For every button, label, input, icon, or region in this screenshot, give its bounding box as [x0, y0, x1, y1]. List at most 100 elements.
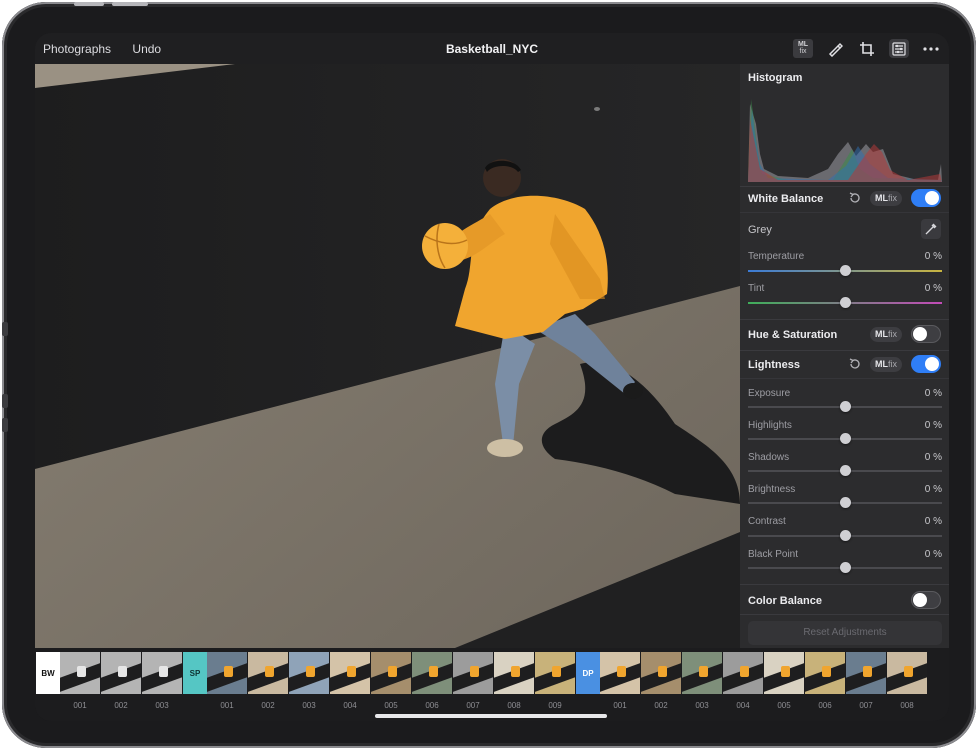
adjustments-panel: Histogram White Balance MLfix Grey Tempe…: [740, 64, 949, 648]
color-balance-title: Color Balance: [748, 595, 822, 607]
filter-number: 003: [155, 701, 169, 710]
top-button: [74, 2, 104, 6]
thumbnail-figure: [617, 666, 626, 677]
filter-thumbnail[interactable]: [805, 652, 845, 694]
toggle-knob: [913, 593, 927, 607]
temperature-slider-knob[interactable]: [839, 265, 851, 276]
grey-label: Grey: [748, 224, 772, 236]
ml-badge-top: ML: [797, 41, 809, 48]
contrast-label: Contrast: [748, 516, 786, 527]
temperature-value: 0 %: [924, 251, 942, 262]
reset-icon[interactable]: [848, 357, 862, 371]
filter-thumbnail[interactable]: [641, 652, 681, 694]
lightness-mlfix-button[interactable]: MLfix: [870, 357, 902, 372]
shadows-value: 0 %: [924, 452, 942, 463]
thumbnail-figure: [863, 666, 872, 677]
color-balance-toggle[interactable]: [911, 591, 941, 609]
filter-thumbnail[interactable]: [330, 652, 370, 694]
brightness-label: Brightness: [748, 484, 796, 495]
thumbnail-figure: [159, 666, 168, 677]
filter-thumbnail[interactable]: [600, 652, 640, 694]
thumbnail-figure: [429, 666, 438, 677]
contrast-slider-knob[interactable]: [839, 530, 851, 541]
filter-thumbnail[interactable]: [101, 652, 141, 694]
filter-thumbnail[interactable]: [723, 652, 763, 694]
reset-icon[interactable]: [848, 191, 862, 205]
more-icon[interactable]: [921, 39, 941, 58]
hue-saturation-toggle[interactable]: [911, 325, 941, 343]
temperature-label: Temperature: [748, 251, 805, 262]
lightness-toggle[interactable]: [911, 355, 941, 373]
eyedropper-icon[interactable]: [921, 219, 941, 239]
adjustments-icon[interactable]: [889, 39, 909, 58]
brightness-value: 0 %: [924, 484, 942, 495]
white-balance-title: White Balance: [748, 193, 824, 205]
tint-slider-knob[interactable]: [839, 297, 851, 308]
exposure-value: 0 %: [924, 388, 942, 399]
ipad-frame: Photographs Undo Basketball_NYC ML fix H…: [2, 2, 976, 748]
filter-number: 001: [613, 701, 627, 710]
filter-number: 008: [507, 701, 521, 710]
hue-saturation-mlfix-button[interactable]: MLfix: [870, 327, 902, 342]
filter-thumbnail[interactable]: [764, 652, 804, 694]
highlights-label: Highlights: [748, 420, 792, 431]
exposure-label: Exposure: [748, 388, 791, 399]
filter-thumbnail[interactable]: [535, 652, 575, 694]
filter-number: 004: [343, 701, 357, 710]
filter-number: 005: [777, 701, 791, 710]
shadows-slider-knob[interactable]: [839, 465, 851, 476]
filter-number: 003: [695, 701, 709, 710]
divider: [740, 319, 949, 320]
divider: [740, 212, 949, 213]
divider: [740, 378, 949, 379]
white-balance-toggle[interactable]: [911, 189, 941, 207]
tint-label: Tint: [748, 283, 765, 294]
filter-number: 003: [302, 701, 316, 710]
lightness-title: Lightness: [748, 359, 800, 371]
filter-group-tag[interactable]: DP: [576, 652, 600, 694]
filter-number: 005: [384, 701, 398, 710]
shadows-label: Shadows: [748, 452, 790, 463]
photo-canvas[interactable]: [35, 64, 740, 648]
mlfix-bold: ML: [875, 193, 888, 203]
thumbnail-figure: [699, 666, 708, 677]
filter-number: 002: [261, 701, 275, 710]
thumbnail-figure: [388, 666, 397, 677]
filter-group-tag[interactable]: BW: [36, 652, 60, 694]
side-button: [2, 322, 8, 336]
home-indicator: [375, 714, 607, 718]
exposure-slider-knob[interactable]: [839, 401, 851, 412]
filter-thumbnail[interactable]: [453, 652, 493, 694]
filter-thumbnail[interactable]: [412, 652, 452, 694]
filter-number: 006: [818, 701, 832, 710]
filter-number: 007: [466, 701, 480, 710]
thumbnail-figure: [552, 666, 561, 677]
filter-thumbnail[interactable]: [248, 652, 288, 694]
mlfix-rest: fix: [888, 359, 897, 369]
filter-thumbnail[interactable]: [371, 652, 411, 694]
black-point-slider-knob[interactable]: [839, 562, 851, 573]
filter-thumbnail[interactable]: [494, 652, 534, 694]
divider: [740, 186, 949, 187]
crop-icon[interactable]: [857, 39, 877, 58]
filter-group-tag[interactable]: SP: [183, 652, 207, 694]
hue-saturation-title: Hue & Saturation: [748, 329, 838, 341]
filter-thumbnail[interactable]: [142, 652, 182, 694]
ml-fix-icon[interactable]: ML fix: [793, 39, 813, 58]
thumbnail-figure: [347, 666, 356, 677]
thumbnail-figure: [658, 666, 667, 677]
thumbnail-figure: [740, 666, 749, 677]
brightness-slider-knob[interactable]: [839, 497, 851, 508]
filter-thumbnail[interactable]: [60, 652, 100, 694]
tint-value: 0 %: [924, 283, 942, 294]
brush-icon[interactable]: [825, 39, 845, 58]
highlights-slider-knob[interactable]: [839, 433, 851, 444]
filter-thumbnail[interactable]: [887, 652, 927, 694]
filter-thumbnail[interactable]: [846, 652, 886, 694]
filter-thumbnail[interactable]: [289, 652, 329, 694]
filter-thumbnail[interactable]: [682, 652, 722, 694]
white-balance-mlfix-button[interactable]: MLfix: [870, 191, 902, 206]
reset-adjustments-button[interactable]: Reset Adjustments: [748, 621, 942, 645]
filter-number: 008: [900, 701, 914, 710]
filter-thumbnail[interactable]: [207, 652, 247, 694]
